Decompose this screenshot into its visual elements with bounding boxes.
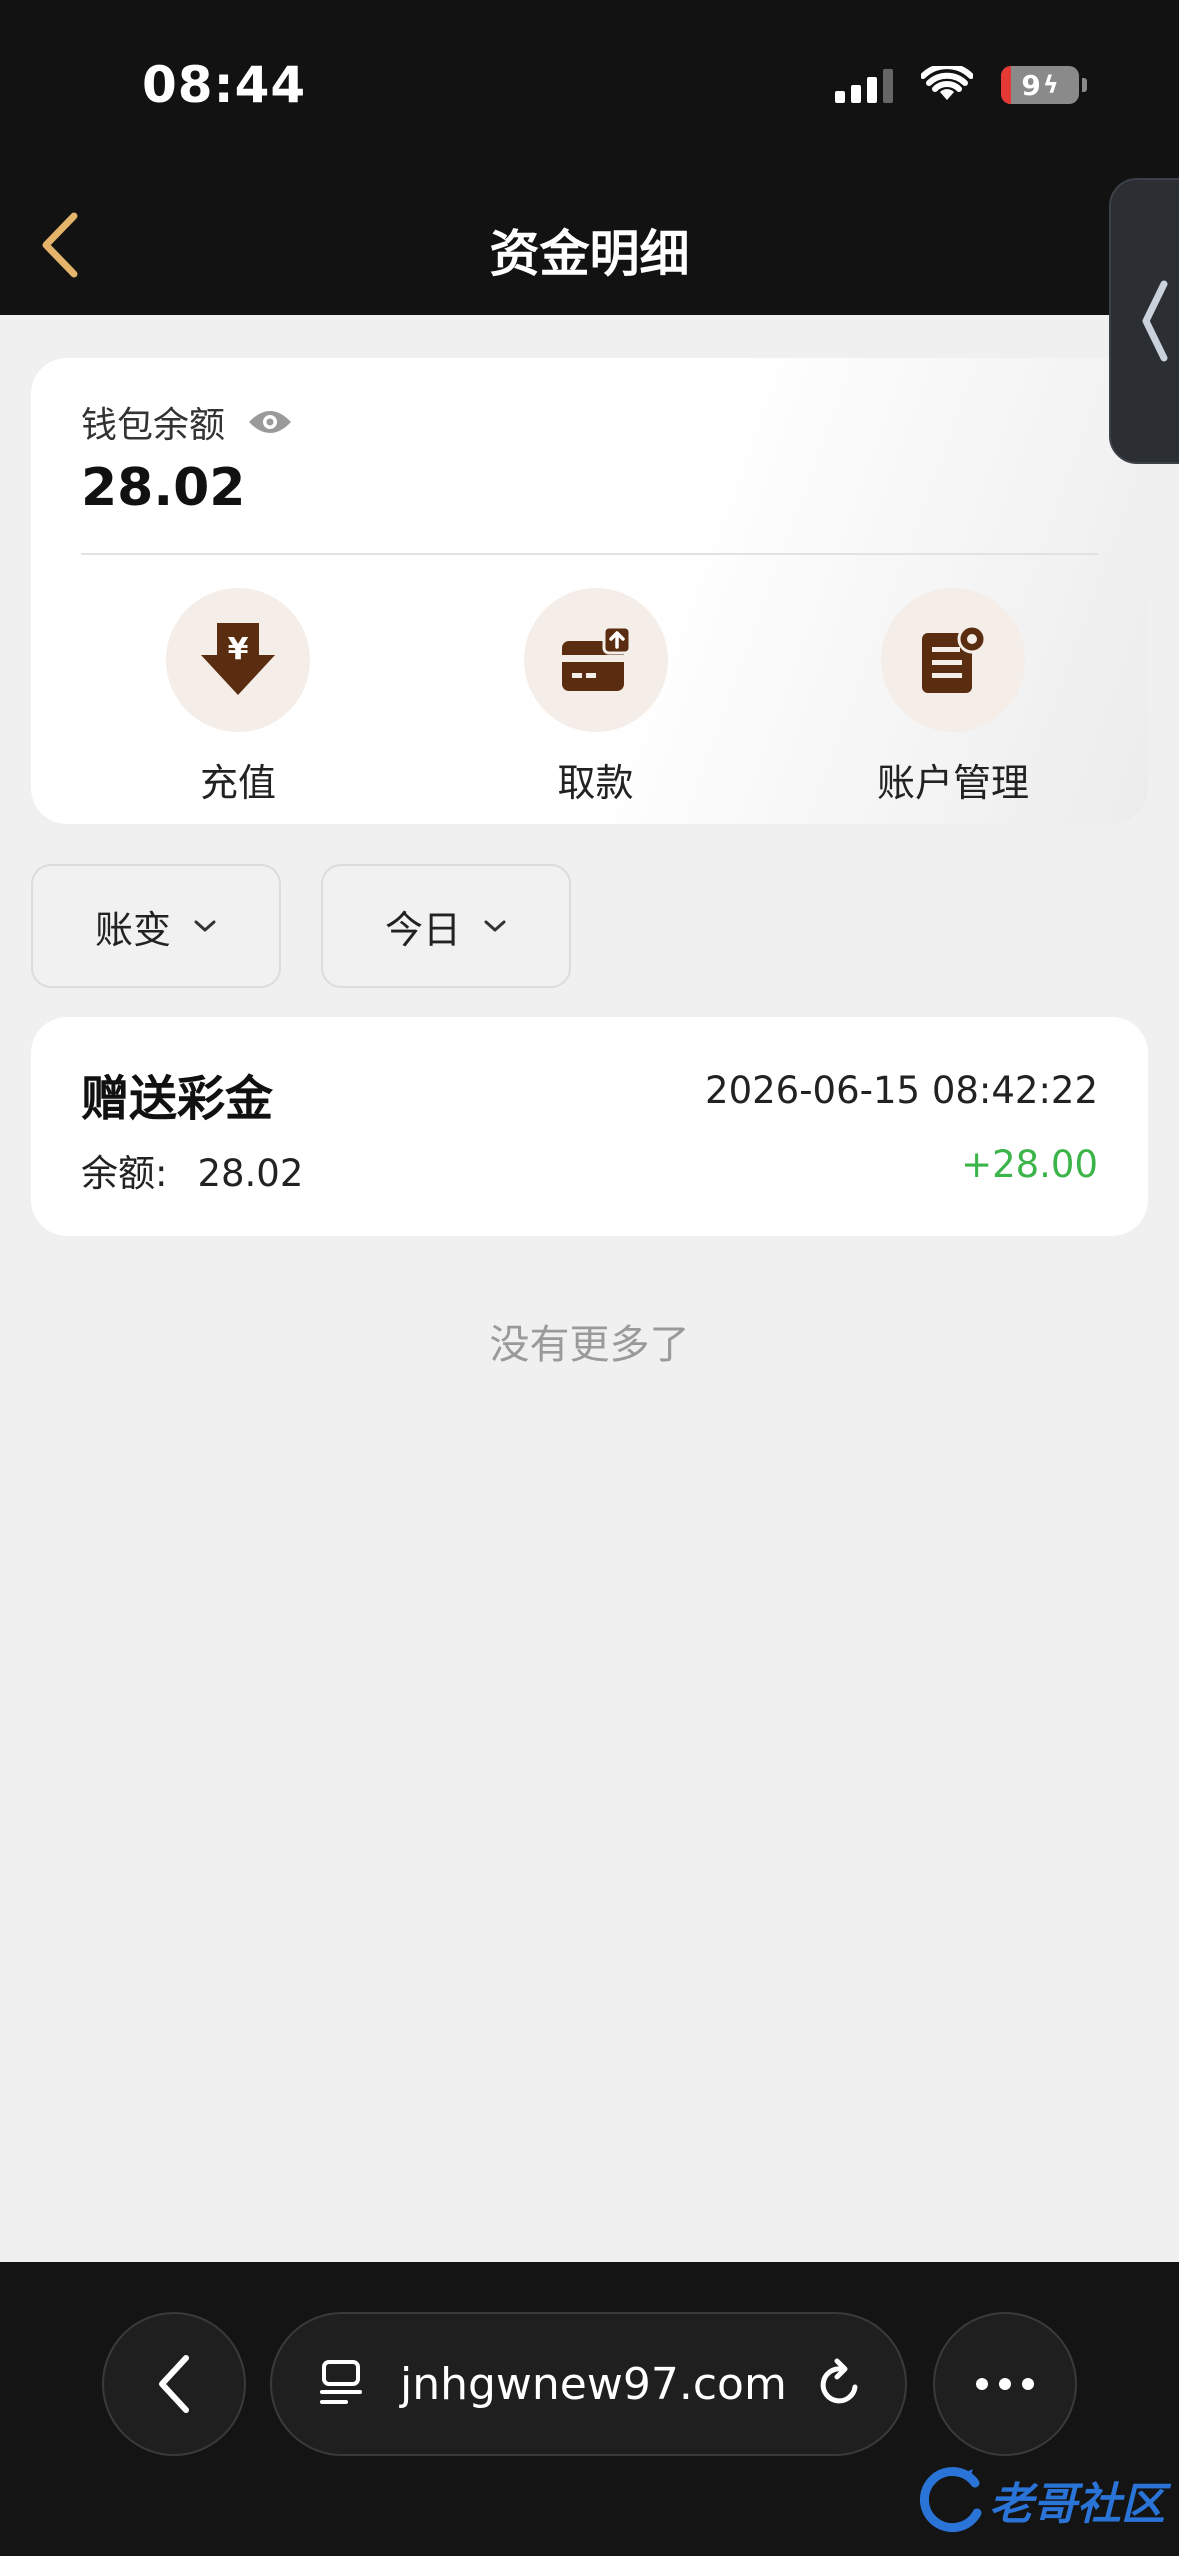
top-bar: 08:44 9ϟ 资金明细 — [0, 0, 1179, 315]
status-icons: 9ϟ — [835, 66, 1087, 104]
wallet-balance-label: 钱包余额 — [81, 396, 293, 448]
record-time: 2026-06-15 08:42:22 — [705, 1069, 1098, 1112]
record-title: 赠送彩金 — [81, 1071, 274, 1127]
status-time: 08:44 — [142, 56, 307, 114]
wallet-balance: 28.02 — [81, 458, 246, 518]
address-bar[interactable]: jnhgwnew97.com — [270, 2312, 907, 2456]
account-manage-button[interactable]: 账户管理 — [838, 588, 1068, 807]
battery-icon: 9ϟ — [1001, 66, 1087, 104]
eye-icon[interactable] — [247, 406, 293, 438]
deposit-icon: ¥ — [201, 623, 275, 695]
withdraw-icon-circle — [523, 588, 668, 732]
divider — [81, 553, 1098, 555]
deposit-button[interactable]: ¥ 充值 — [123, 588, 353, 807]
wifi-icon — [921, 66, 973, 100]
wallet-card: 钱包余额 28.02 ¥ 充值 取款 账户管理 — [31, 358, 1148, 824]
account-manage-icon — [922, 624, 987, 693]
chevron-left-icon — [159, 2355, 189, 2413]
screen: 08:44 9ϟ 资金明细 钱包余额 28.02 ¥ 充值 取款 账户管理 账变… — [0, 0, 1179, 2556]
reload-icon[interactable] — [815, 2357, 865, 2411]
record-amount: +28.00 — [961, 1143, 1098, 1186]
deposit-icon-circle: ¥ — [166, 588, 310, 732]
dragon-logo-icon — [919, 2467, 982, 2533]
signal-icon — [835, 67, 893, 103]
record-balance: 余额: 28.02 — [81, 1143, 303, 1197]
transaction-record[interactable]: 赠送彩金 2026-06-15 08:42:22 余额: 28.02 +28.00 — [31, 1017, 1148, 1236]
chevron-left-icon — [1142, 280, 1168, 362]
record-balance-label: 余额: — [81, 1152, 168, 1195]
withdraw-label: 取款 — [557, 761, 634, 805]
browser-back-button[interactable] — [102, 2312, 246, 2456]
svg-text:¥: ¥ — [228, 632, 249, 667]
chevron-down-icon — [484, 920, 506, 932]
date-filter-dropdown[interactable]: 今日 — [321, 864, 571, 988]
date-filter-label: 今日 — [384, 907, 461, 952]
type-filter-label: 账变 — [94, 907, 171, 952]
withdraw-icon — [561, 625, 631, 691]
chevron-down-icon — [194, 920, 216, 932]
record-balance-value: 28.02 — [197, 1152, 304, 1195]
more-dots-icon — [976, 2378, 1034, 2390]
type-filter-dropdown[interactable]: 账变 — [31, 864, 281, 988]
url-text: jnhgwnew97.com — [400, 2358, 787, 2410]
wallet-actions: ¥ 充值 取款 账户管理 — [31, 588, 1148, 807]
tabs-icon — [320, 2360, 362, 2404]
charging-bolt: ϟ — [1042, 71, 1059, 99]
account-manage-label: 账户管理 — [876, 761, 1029, 805]
watermark-logo: 老哥社区 — [915, 2460, 1165, 2540]
more-button[interactable] — [933, 2312, 1077, 2456]
side-drawer-tab[interactable] — [1109, 178, 1179, 464]
withdraw-button[interactable]: 取款 — [481, 588, 711, 807]
account-manage-icon-circle — [881, 588, 1025, 732]
wallet-label-text: 钱包余额 — [81, 405, 226, 446]
no-more-text: 没有更多了 — [489, 1322, 690, 1368]
battery-level: 9 — [1021, 68, 1041, 102]
page-title: 资金明细 — [489, 225, 690, 283]
watermark-text: 老哥社区 — [989, 2479, 1165, 2530]
deposit-label: 充值 — [199, 761, 276, 805]
